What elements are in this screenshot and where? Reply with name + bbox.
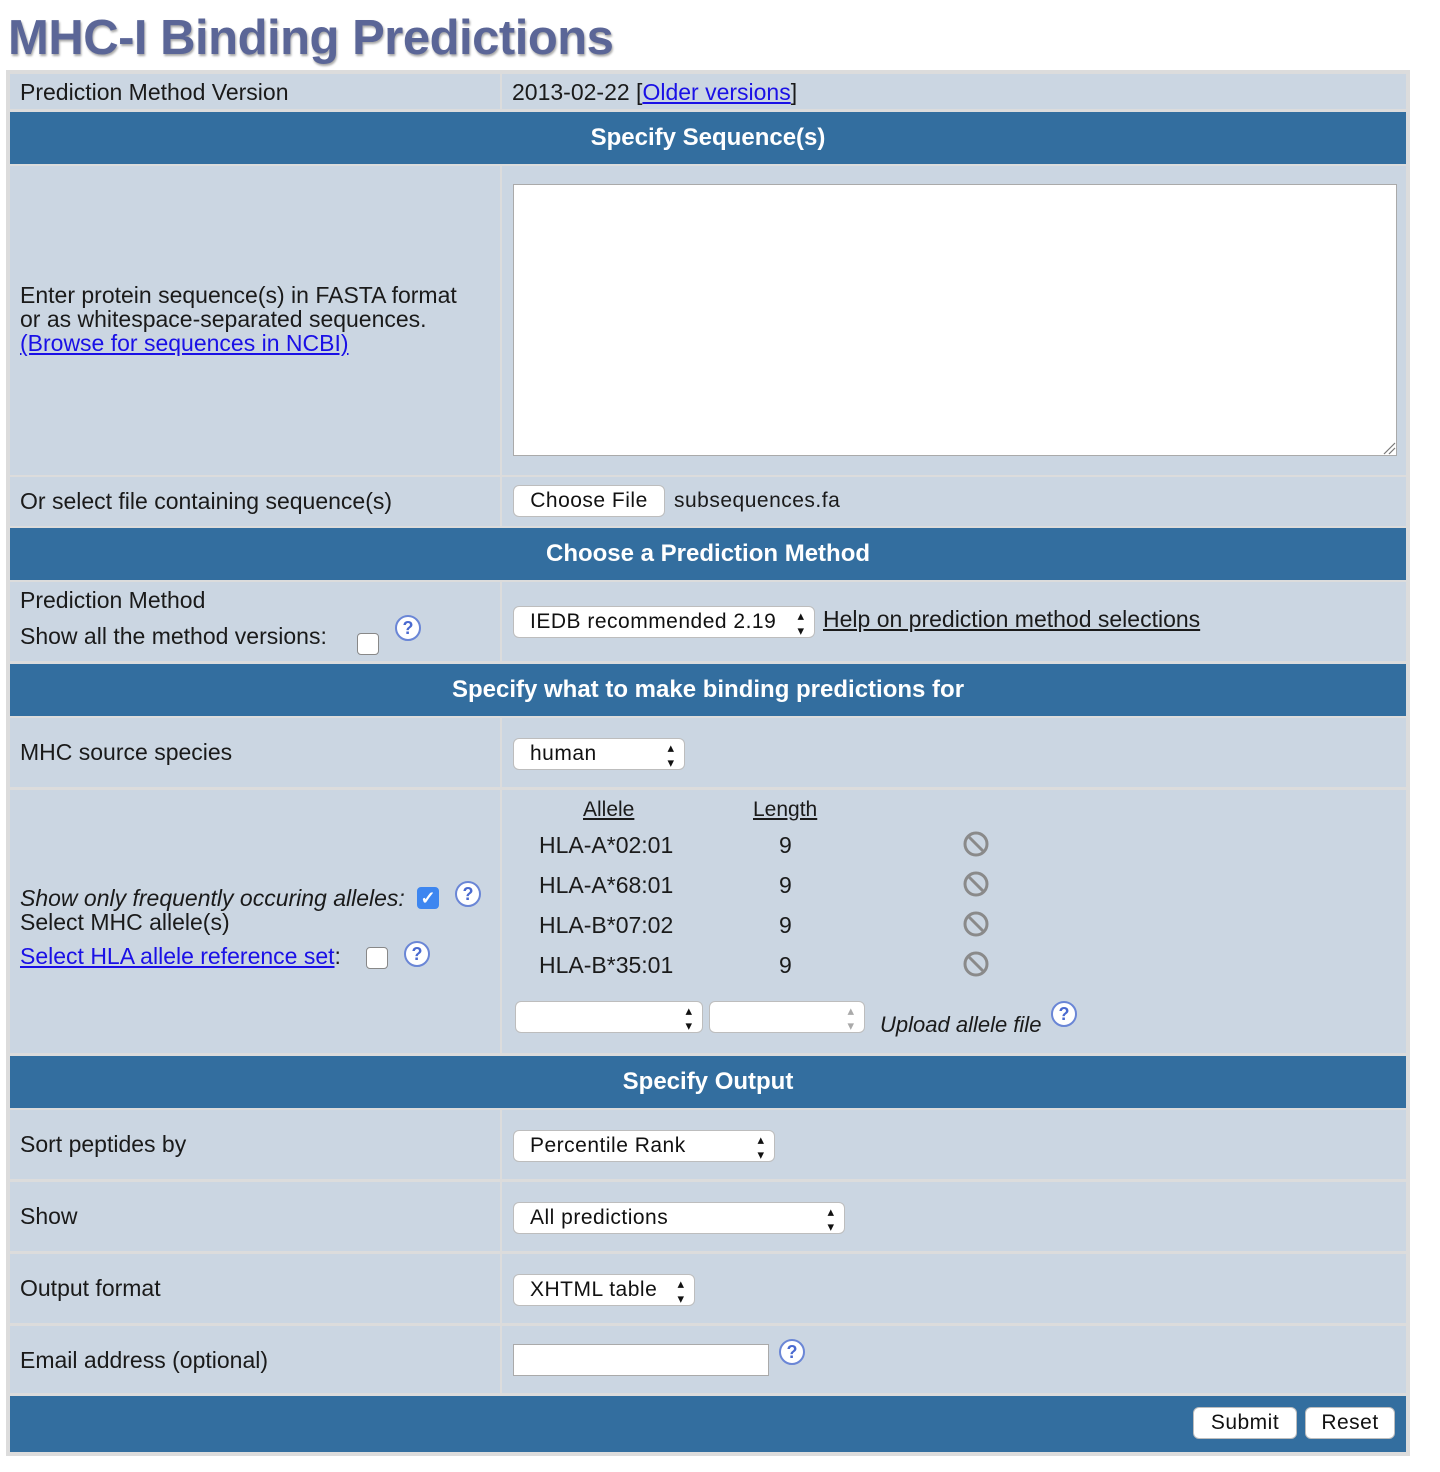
select-arrows-icon: ▴ ▾ (685, 1003, 693, 1033)
allele-name: HLA-B*07:02 (539, 912, 674, 938)
method-select[interactable]: IEDB recommended 2.19 ▴ ▾ (513, 606, 815, 638)
allele-name: HLA-B*35:01 (539, 952, 674, 978)
sequence-instructions: Enter protein sequence(s) in FASTA forma… (20, 282, 457, 356)
allele-name: HLA-A*02:01 (539, 832, 674, 858)
select-arrows-icon: ▴ ▾ (677, 1276, 685, 1306)
allele-length: 9 (779, 952, 792, 978)
version-value-line: 2013-02-22 [Older versions] (512, 79, 798, 105)
frequent-alleles-checkbox[interactable]: ✓ (417, 887, 439, 909)
method-row: Prediction Method Show all the method ve… (10, 582, 1406, 661)
format-row: Output format XHTML table ▴ ▾ (10, 1254, 1406, 1323)
choose-file-button[interactable]: Choose File (513, 485, 665, 517)
selected-file-name: subsequences.fa (674, 489, 841, 512)
sort-select[interactable]: Percentile Rank ▴ ▾ (513, 1130, 775, 1162)
sort-label: Sort peptides by (20, 1131, 187, 1157)
refset-line: Select HLA allele reference set: (20, 943, 341, 969)
allele-length: 9 (779, 832, 792, 858)
format-select[interactable]: XHTML table ▴ ▾ (513, 1274, 695, 1306)
species-select[interactable]: human ▴ ▾ (513, 738, 685, 770)
sequence-textarea[interactable] (513, 184, 1397, 456)
allele-length: 9 (779, 912, 792, 938)
select-arrows-icon: ▴ ▾ (667, 740, 675, 770)
select-alleles-label: Select MHC allele(s) (20, 909, 230, 935)
show-label: Show (20, 1203, 78, 1229)
species-label: MHC source species (20, 739, 233, 765)
sort-row: Sort peptides by Percentile Rank ▴ ▾ (10, 1110, 1406, 1179)
browse-ncbi-link[interactable]: (Browse for sequences in NCBI) (20, 331, 457, 355)
submit-button[interactable]: Submit (1193, 1407, 1297, 1439)
email-label: Email address (optional) (20, 1347, 269, 1373)
hla-reference-set-checkbox[interactable] (366, 947, 388, 969)
version-label: Prediction Method Version (20, 79, 289, 105)
show-row: Show All predictions ▴ ▾ (10, 1182, 1406, 1251)
length-select[interactable]: ▴ ▾ (709, 1001, 865, 1033)
sequence-entry-row: Enter protein sequence(s) in FASTA forma… (10, 166, 1406, 475)
frequent-alleles-label: Show only frequently occuring alleles: (20, 885, 405, 911)
method-help-link[interactable]: Help on prediction method selections (823, 606, 1200, 633)
remove-allele-icon[interactable] (962, 910, 990, 938)
select-arrows-icon: ▴ ▾ (757, 1132, 765, 1162)
species-row: MHC source species human ▴ ▾ (10, 718, 1406, 787)
show-all-versions-checkbox[interactable] (357, 633, 379, 655)
refset-help-icon[interactable]: ? (404, 941, 430, 967)
allele-name: HLA-A*68:01 (539, 872, 674, 898)
allele-row: Show only frequently occuring alleles: ✓… (10, 790, 1406, 1053)
method-label: Prediction Method (20, 587, 206, 613)
email-input[interactable] (513, 1344, 769, 1376)
allele-length: 9 (779, 872, 792, 898)
section-header-sequences: Specify Sequence(s) (10, 112, 1406, 164)
section-header-output: Specify Output (10, 1056, 1406, 1108)
hla-reference-set-link[interactable]: Select HLA allele reference set (20, 943, 335, 969)
frequent-alleles-help-icon[interactable]: ? (455, 881, 481, 907)
allele-column-header[interactable]: Allele (583, 798, 634, 822)
file-row: Or select file containing sequence(s) Ch… (10, 477, 1406, 526)
upload-allele-file-link[interactable]: Upload allele file (880, 1012, 1041, 1038)
resize-handle-icon[interactable] (1382, 441, 1396, 455)
page-title: MHC-I Binding Predictions (8, 11, 614, 65)
method-help-icon[interactable]: ? (395, 615, 421, 641)
format-label: Output format (20, 1275, 161, 1301)
reset-button[interactable]: Reset (1305, 1407, 1395, 1439)
remove-allele-icon[interactable] (962, 870, 990, 898)
older-versions-link[interactable]: Older versions (642, 79, 790, 105)
show-select[interactable]: All predictions ▴ ▾ (513, 1202, 845, 1234)
email-help-icon[interactable]: ? (779, 1339, 805, 1365)
file-label: Or select file containing sequence(s) (20, 488, 393, 514)
section-header-method: Choose a Prediction Method (10, 528, 1406, 580)
allele-select[interactable]: ▴ ▾ (515, 1001, 703, 1033)
show-all-versions-label: Show all the method versions: (20, 623, 327, 649)
length-column-header[interactable]: Length (753, 798, 817, 822)
select-arrows-icon: ▴ ▾ (847, 1003, 855, 1033)
select-arrows-icon: ▴ ▾ (827, 1204, 835, 1234)
remove-allele-icon[interactable] (962, 950, 990, 978)
section-header-binding: Specify what to make binding predictions… (10, 664, 1406, 716)
version-row: Prediction Method Version 2013-02-22 [Ol… (10, 74, 1406, 109)
upload-help-icon[interactable]: ? (1051, 1001, 1077, 1027)
email-row: Email address (optional) ? (10, 1326, 1406, 1393)
select-arrows-icon: ▴ ▾ (797, 608, 805, 638)
remove-allele-icon[interactable] (962, 830, 990, 858)
action-bar: Submit Reset (10, 1396, 1406, 1452)
version-value: 2013-02-22 (512, 79, 630, 105)
